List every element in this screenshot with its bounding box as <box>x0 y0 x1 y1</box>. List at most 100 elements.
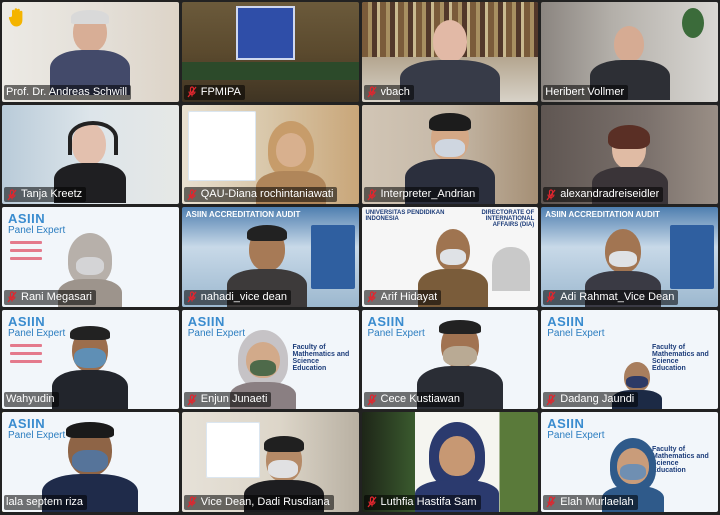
slide-accreditation-text: ASIIN ACCREDITATION AUDIT <box>185 210 301 220</box>
video-tile[interactable]: Prof. Dr. Andreas Schwill <box>2 2 179 102</box>
participant-name: nahadi_vice dean <box>200 290 287 303</box>
mic-muted-icon <box>366 496 377 508</box>
participant-nameplate: Adi Rahmat_Vice Dean <box>543 289 679 305</box>
agenda-panel <box>310 225 355 290</box>
participant-name: Arif Hidayat <box>380 290 438 303</box>
mic-muted-icon <box>366 189 377 201</box>
building-illustration <box>492 247 531 292</box>
mic-muted-icon <box>187 189 197 201</box>
participant-nameplate: nahadi_vice dean <box>183 289 291 305</box>
participant-name: Cece Kustiawan <box>380 393 461 406</box>
video-tile[interactable]: ASIIN ACCREDITATION AUDIT nahadi_vice de… <box>181 207 359 307</box>
slide-panel-text: Panel Expert <box>547 430 605 442</box>
participant-nameplate: Elah Murlaelah <box>543 494 638 510</box>
participant-name: Prof. Dr. Andreas Schwill <box>6 85 128 98</box>
participant-name: Elah Murlaelah <box>560 495 634 508</box>
mic-muted-icon <box>366 86 377 98</box>
slide-directorate-text: DIRECTORATE OF INTERNATIONAL AFFAIRS (DI… <box>481 210 535 229</box>
participant-name: Interpreter_Andrian <box>380 188 476 201</box>
participant-name: QAU-Diana rochintaniawati <box>200 188 334 201</box>
slide-asiin-text: ASIIN <box>547 416 585 432</box>
participant-name: vbach <box>380 85 410 98</box>
participant-nameplate: lala septem riza <box>4 494 88 510</box>
video-tile[interactable]: ASIIN Panel Expert Wahyudin <box>2 309 179 410</box>
mic-muted-icon <box>7 189 17 201</box>
slide-upi-text: UNIVERSITAS PENDIDIKAN INDONESIA <box>365 210 445 223</box>
agenda-panel <box>670 225 714 290</box>
mic-muted-icon <box>546 189 556 201</box>
participant-name: alexandradreiseidler <box>560 188 660 201</box>
mic-muted-icon <box>7 291 17 303</box>
participant-name: Wahyudin <box>6 393 55 406</box>
slide-asiin-text: ASIIN <box>187 313 225 329</box>
participant-nameplate: Arif Hidayat <box>363 289 442 305</box>
video-tile[interactable]: Vice Dean, Dadi Rusdiana <box>181 412 359 512</box>
participant-name: Vice Dean, Dadi Rusdiana <box>200 495 330 508</box>
video-tile[interactable]: ASIIN Panel Expert Faculty of Mathematic… <box>181 309 359 410</box>
participant-name: Rani Megasari <box>21 290 92 303</box>
mic-muted-icon <box>187 86 197 98</box>
slide-panel-text: Panel Expert <box>8 225 66 237</box>
slide-accreditation-text: ASIIN ACCREDITATION AUDIT <box>545 210 660 220</box>
backdrop-poster <box>187 110 256 181</box>
video-tile[interactable]: alexandradreiseidler <box>541 104 718 205</box>
video-tile[interactable]: Luthfia Hastifa Sam <box>361 412 539 512</box>
video-tile[interactable]: ASIIN ACCREDITATION AUDIT Adi Rahmat_Vic… <box>541 207 718 307</box>
video-tile[interactable]: ASIIN Panel Expert Cece Kustiawan <box>361 309 539 410</box>
participant-name: Dadang Jaundi <box>560 393 635 406</box>
participant-nameplate: QAU-Diana rochintaniawati <box>183 187 338 203</box>
slide-asiin-text: ASIIN <box>8 416 46 432</box>
mic-muted-icon <box>546 291 556 303</box>
slide-asiin-text: ASIIN <box>8 211 46 227</box>
video-tile[interactable]: ASIIN Panel Expert Faculty of Mathematic… <box>541 309 718 410</box>
video-tile[interactable]: ASIIN Panel Expert Faculty of Mathematic… <box>541 412 718 512</box>
participant-nameplate: Vice Dean, Dadi Rusdiana <box>183 494 334 510</box>
mic-muted-icon <box>366 394 377 406</box>
participant-nameplate: Wahyudin <box>4 392 59 408</box>
mic-muted-icon <box>546 394 556 406</box>
participant-nameplate: Dadang Jaundi <box>543 392 639 408</box>
mic-muted-icon <box>187 291 197 303</box>
participant-name: Luthfia Hastifa Sam <box>380 495 477 508</box>
participant-nameplate: vbach <box>363 84 414 100</box>
participant-nameplate: alexandradreiseidler <box>543 187 664 203</box>
video-tile[interactable]: ASIIN Panel Expert Rani Megasari <box>2 207 179 307</box>
video-tile[interactable]: Interpreter_Andrian <box>361 104 539 205</box>
slide-asiin-text: ASIIN <box>547 313 585 329</box>
participant-nameplate: Luthfia Hastifa Sam <box>363 494 481 510</box>
video-tile[interactable]: UNIVERSITAS PENDIDIKAN INDONESIA DIRECTO… <box>361 207 539 307</box>
slide-panel-text: Panel Expert <box>367 327 425 339</box>
video-tile[interactable]: Tanja Kreetz <box>2 104 179 205</box>
participant-nameplate: Enjun Junaeti <box>183 392 272 408</box>
participant-name: FPMIPA <box>200 85 241 98</box>
participant-name: Adi Rahmat_Vice Dean <box>560 290 675 303</box>
participant-name: Tanja Kreetz <box>21 188 83 201</box>
participant-nameplate: Rani Megasari <box>4 289 96 305</box>
slide-faculty-text: Faculty of Mathematics and Science Educa… <box>292 343 350 372</box>
participant-nameplate: FPMIPA <box>183 84 245 100</box>
participant-nameplate: Interpreter_Andrian <box>363 187 480 203</box>
participant-figure <box>52 325 129 410</box>
stage-table <box>181 62 359 80</box>
video-tile[interactable]: FPMIPA <box>181 2 359 102</box>
plant <box>682 8 704 38</box>
video-tile[interactable]: QAU-Diana rochintaniawati <box>181 104 359 205</box>
mic-muted-icon <box>366 291 377 303</box>
raised-hand-icon <box>8 8 23 27</box>
participant-nameplate: Cece Kustiawan <box>363 392 464 408</box>
video-gallery: Prof. Dr. Andreas Schwill FPMIPA vbach H… <box>0 0 720 515</box>
video-tile[interactable]: Heribert Vollmer <box>541 2 718 102</box>
participant-nameplate: Prof. Dr. Andreas Schwill <box>4 84 132 100</box>
participant-name: Enjun Junaeti <box>200 393 268 406</box>
video-tile-active-speaker[interactable]: ASIIN Panel Expert lala septem riza <box>2 412 179 512</box>
slide-asiin-text: ASIIN <box>367 313 405 329</box>
participant-figure <box>399 20 500 102</box>
slide-panel-text: Panel Expert <box>547 327 605 339</box>
stage-banner <box>235 6 295 60</box>
mic-muted-icon <box>187 394 197 406</box>
mic-muted-icon <box>546 496 556 508</box>
mic-muted-icon <box>187 496 197 508</box>
participant-nameplate: Tanja Kreetz <box>4 187 87 203</box>
video-tile[interactable]: vbach <box>361 2 539 102</box>
participant-figure <box>45 10 135 95</box>
